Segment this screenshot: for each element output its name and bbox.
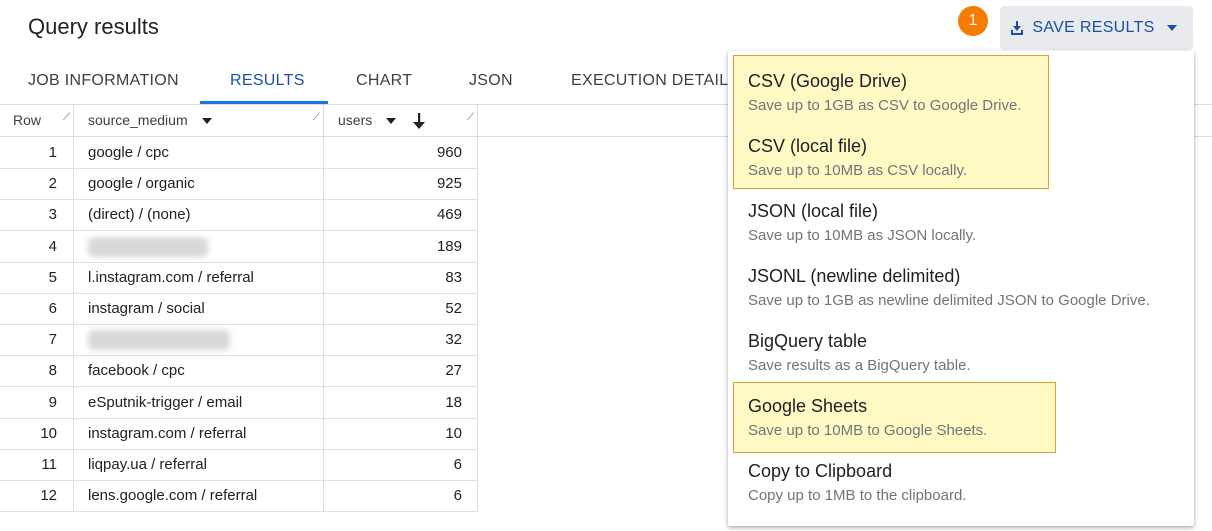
row-number: 9 xyxy=(0,386,74,418)
source-medium-cell[interactable]: instagram / social xyxy=(74,293,324,324)
users-cell[interactable]: 6 xyxy=(324,480,478,512)
menu-item-description: Save up to 10MB to Google Sheets. xyxy=(748,422,988,439)
save-results-menu: CSV (Google Drive) Save up to 1GB as CSV … xyxy=(728,51,1194,526)
tab-json[interactable]: JSON xyxy=(469,58,513,104)
menu-item-title: CSV (local file) xyxy=(748,136,868,156)
redacted-value xyxy=(88,236,208,257)
menu-item-description: Copy up to 1MB to the clipboard. xyxy=(748,487,967,504)
row-number: 2 xyxy=(0,168,74,200)
source-medium-cell[interactable]: l.instagram.com / referral xyxy=(74,261,324,293)
table-row[interactable]: 6 instagram / social 52 xyxy=(0,293,478,325)
resize-handle-icon[interactable]: ⟋ xyxy=(63,102,70,133)
row-number: 10 xyxy=(0,417,74,449)
table-row[interactable]: 12 lens.google.com / referral 6 xyxy=(0,480,478,513)
row-number: 3 xyxy=(0,199,74,231)
caret-down-icon xyxy=(1166,25,1177,31)
menu-item-description: Save results as a BigQuery table. xyxy=(748,357,971,374)
table-row[interactable]: 10 instagram.com / referral 10 xyxy=(0,417,478,450)
save-menu-item[interactable]: Google Sheets Save up to 10MB to Google S… xyxy=(748,396,987,439)
row-number: 5 xyxy=(0,261,74,293)
save-menu-item[interactable]: CSV (Google Drive) Save up to 1GB as CSV … xyxy=(748,71,1021,114)
column-header-row[interactable]: Row ⟋ xyxy=(0,105,74,136)
column-header-source-medium[interactable]: source_medium ⟋ xyxy=(74,105,324,136)
save-results-label: SAVE RESULTS xyxy=(1032,19,1155,36)
save-menu-item[interactable]: CSV (local file) Save up to 10MB as CSV l… xyxy=(748,136,967,179)
save-menu-item[interactable]: JSONL (newline delimited) Save up to 1GB … xyxy=(748,266,1150,309)
tab-job-information[interactable]: JOB INFORMATION xyxy=(28,58,179,104)
page-title: Query results xyxy=(28,14,159,39)
menu-item-description: Save up to 10MB as JSON locally. xyxy=(748,227,977,244)
save-menu-item[interactable]: Copy to Clipboard Copy up to 1MB to the c… xyxy=(748,461,966,504)
users-cell[interactable]: 32 xyxy=(324,324,478,356)
users-cell[interactable]: 83 xyxy=(324,261,478,293)
source-medium-cell[interactable] xyxy=(74,324,324,356)
notification-badge: 1 xyxy=(958,6,988,36)
menu-item-description: Save up to 1GB as newline delimited JSON… xyxy=(748,292,1150,309)
users-cell[interactable]: 18 xyxy=(324,386,478,418)
source-medium-cell[interactable]: eSputnik-trigger / email xyxy=(74,386,324,418)
table-row[interactable]: 3 (direct) / (none) 469 xyxy=(0,199,478,232)
table-row[interactable]: 8 facebook / cpc 27 xyxy=(0,355,478,388)
tab-chart[interactable]: CHART xyxy=(356,58,412,104)
source-medium-cell[interactable] xyxy=(74,230,324,262)
users-cell[interactable]: 27 xyxy=(324,355,478,387)
active-tab-indicator xyxy=(200,101,328,104)
users-cell[interactable]: 10 xyxy=(324,417,478,449)
resize-handle-icon[interactable]: ⟋ xyxy=(467,102,474,133)
source-medium-cell[interactable]: google / organic xyxy=(74,168,324,200)
menu-item-title: JSONL (newline delimited) xyxy=(748,266,961,286)
column-header-label: users xyxy=(338,112,373,128)
source-medium-cell[interactable]: lens.google.com / referral xyxy=(74,480,324,512)
caret-down-icon[interactable] xyxy=(386,118,397,125)
table-row[interactable]: 4 189 xyxy=(0,230,478,263)
tab-execution-details[interactable]: EXECUTION DETAILS xyxy=(571,58,739,104)
users-cell[interactable]: 52 xyxy=(324,293,478,324)
menu-item-title: JSON (local file) xyxy=(748,201,879,221)
table-row[interactable]: 2 google / organic 925 xyxy=(0,168,478,201)
column-header-label: Row xyxy=(13,112,42,128)
save-menu-item[interactable]: BigQuery table Save results as a BigQuery… xyxy=(748,331,971,374)
row-number: 12 xyxy=(0,480,74,512)
menu-item-title: CSV (Google Drive) xyxy=(748,71,908,91)
menu-item-title: Copy to Clipboard xyxy=(748,461,893,481)
row-number: 1 xyxy=(0,137,74,168)
users-cell[interactable]: 469 xyxy=(324,199,478,231)
row-number: 6 xyxy=(0,293,74,324)
source-medium-cell[interactable]: facebook / cpc xyxy=(74,355,324,387)
table-row[interactable]: 1 google / cpc 960 xyxy=(0,137,478,169)
row-number: 8 xyxy=(0,355,74,387)
menu-item-description: Save up to 10MB as CSV locally. xyxy=(748,162,967,179)
download-icon xyxy=(1011,21,1024,35)
menu-item-title: BigQuery table xyxy=(748,331,868,351)
row-number: 4 xyxy=(0,230,74,262)
arrow-down-icon[interactable] xyxy=(412,112,426,130)
table-row[interactable]: 5 l.instagram.com / referral 83 xyxy=(0,261,478,294)
menu-item-description: Save up to 1GB as CSV to Google Drive. xyxy=(748,97,1022,114)
save-menu-item[interactable]: JSON (local file) Save up to 10MB as JSON… xyxy=(748,201,976,244)
users-cell[interactable]: 189 xyxy=(324,230,478,262)
users-cell[interactable]: 6 xyxy=(324,449,478,480)
table-row[interactable]: 7 32 xyxy=(0,324,478,357)
save-results-button[interactable]: SAVE RESULTS xyxy=(1000,6,1193,50)
caret-down-icon[interactable] xyxy=(201,118,212,125)
source-medium-cell[interactable]: google / cpc xyxy=(74,137,324,168)
column-header-label: source_medium xyxy=(88,112,188,128)
table-row[interactable]: 9 eSputnik-trigger / email 18 xyxy=(0,386,478,419)
users-cell[interactable]: 960 xyxy=(324,137,478,168)
menu-item-title: Google Sheets xyxy=(748,396,868,416)
row-number: 11 xyxy=(0,449,74,480)
source-medium-cell[interactable]: liqpay.ua / referral xyxy=(74,449,324,480)
row-number: 7 xyxy=(0,324,74,356)
resize-handle-icon[interactable]: ⟋ xyxy=(313,102,320,133)
source-medium-cell[interactable]: (direct) / (none) xyxy=(74,199,324,231)
source-medium-cell[interactable]: instagram.com / referral xyxy=(74,417,324,449)
tab-results[interactable]: RESULTS xyxy=(230,58,305,104)
table-row[interactable]: 11 liqpay.ua / referral 6 xyxy=(0,449,478,481)
column-header-users[interactable]: users ⟋ xyxy=(324,105,478,136)
redacted-value xyxy=(88,330,230,351)
users-cell[interactable]: 925 xyxy=(324,168,478,200)
